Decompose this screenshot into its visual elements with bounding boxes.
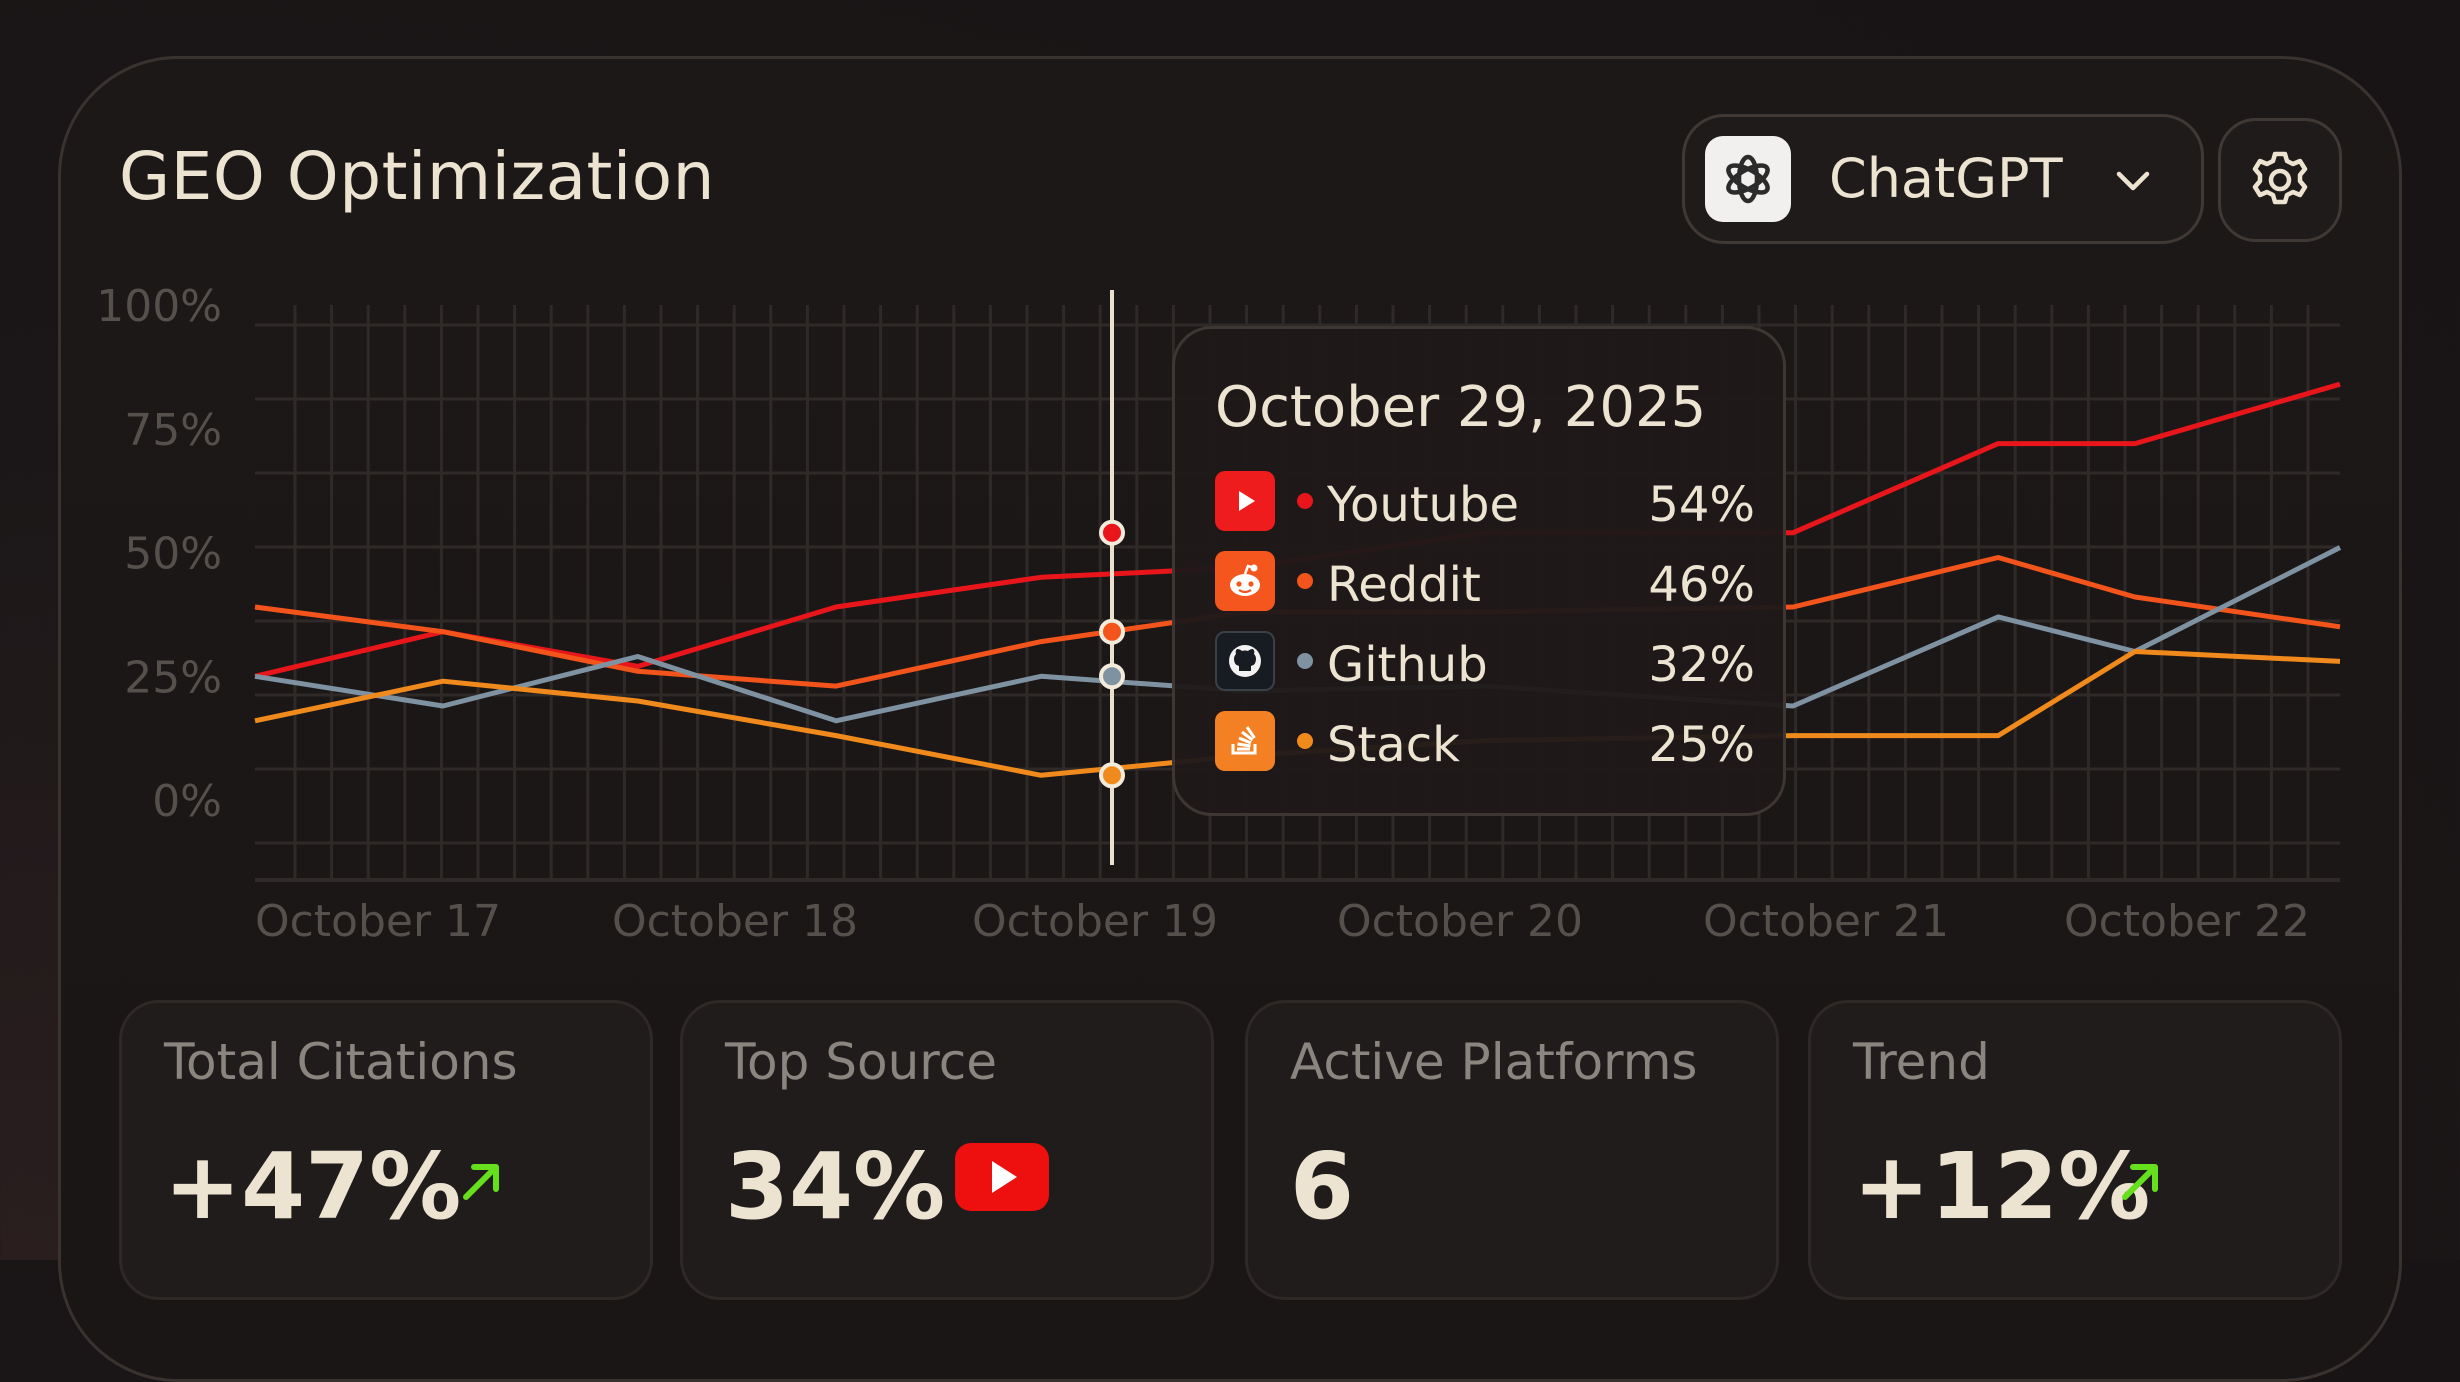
tooltip-series-name: Reddit	[1327, 557, 1481, 613]
series-dot	[1297, 573, 1313, 589]
y-tick-label: 75%	[124, 405, 222, 456]
tooltip-series-name: Stack	[1327, 717, 1460, 773]
chart-tooltip: October 29, 2025 Youtube 54% Reddit 46%	[1172, 326, 1786, 816]
x-tick-label: October 18	[612, 896, 858, 947]
stat-card-top-source: Top Source 34%	[680, 1000, 1214, 1300]
x-tick-label: October 17	[255, 896, 501, 947]
tooltip-series-name: Youtube	[1327, 477, 1519, 533]
stackoverflow-icon	[1215, 711, 1275, 771]
github-icon	[1215, 631, 1275, 691]
arrow-up-right-icon	[2122, 1164, 2158, 1200]
tooltip-date: October 29, 2025	[1215, 375, 1707, 440]
tooltip-series-value: 46%	[1648, 557, 1755, 613]
x-tick-label: October 19	[972, 896, 1218, 947]
x-tick-label: October 21	[1703, 896, 1949, 947]
stat-card-total-citations: Total Citations +47%	[119, 1000, 653, 1300]
tooltip-row-stack: Stack 25%	[1215, 711, 1775, 773]
x-tick-label: October 22	[2064, 896, 2310, 947]
hover-marker-github	[1099, 663, 1125, 690]
stat-label: Top Source	[725, 1033, 997, 1091]
arrow-up-right-icon	[463, 1164, 499, 1200]
hover-marker-youtube	[1099, 519, 1125, 546]
tooltip-row-reddit: Reddit 46%	[1215, 551, 1775, 613]
series-dot	[1297, 493, 1313, 509]
stat-value: +47%	[164, 1133, 462, 1240]
stat-value: 6	[1290, 1133, 1355, 1240]
y-tick-label: 25%	[124, 652, 222, 703]
hover-marker-stack	[1099, 762, 1125, 789]
y-tick-label: 50%	[124, 529, 222, 580]
tooltip-row-github: Github 32%	[1215, 631, 1775, 693]
series-dot	[1297, 653, 1313, 669]
stat-label: Active Platforms	[1290, 1033, 1698, 1091]
tooltip-row-youtube: Youtube 54%	[1215, 471, 1775, 533]
stat-label: Trend	[1853, 1033, 1990, 1091]
y-tick-label: 0%	[152, 776, 222, 827]
youtube-icon	[955, 1143, 1049, 1211]
y-tick-label: 100%	[96, 281, 222, 332]
stat-label: Total Citations	[164, 1033, 518, 1091]
x-tick-label: October 20	[1337, 896, 1583, 947]
youtube-icon	[1215, 471, 1275, 531]
tooltip-series-value: 32%	[1648, 637, 1755, 693]
x-axis-labels: October 17 October 18 October 19 October 20…	[255, 896, 2310, 947]
stat-card-trend: Trend +12%	[1808, 1000, 2342, 1300]
series-dot	[1297, 733, 1313, 749]
stat-value: 34%	[725, 1133, 946, 1240]
reddit-icon	[1215, 551, 1275, 611]
tooltip-series-name: Github	[1327, 637, 1488, 693]
stat-card-active-platforms: Active Platforms 6	[1245, 1000, 1779, 1300]
stat-value: +12%	[1853, 1133, 2151, 1240]
tooltip-series-value: 54%	[1648, 477, 1755, 533]
hover-marker-reddit	[1099, 618, 1125, 645]
y-axis-labels: 100% 75% 50% 25% 0%	[96, 281, 222, 827]
tooltip-series-value: 25%	[1648, 717, 1755, 773]
